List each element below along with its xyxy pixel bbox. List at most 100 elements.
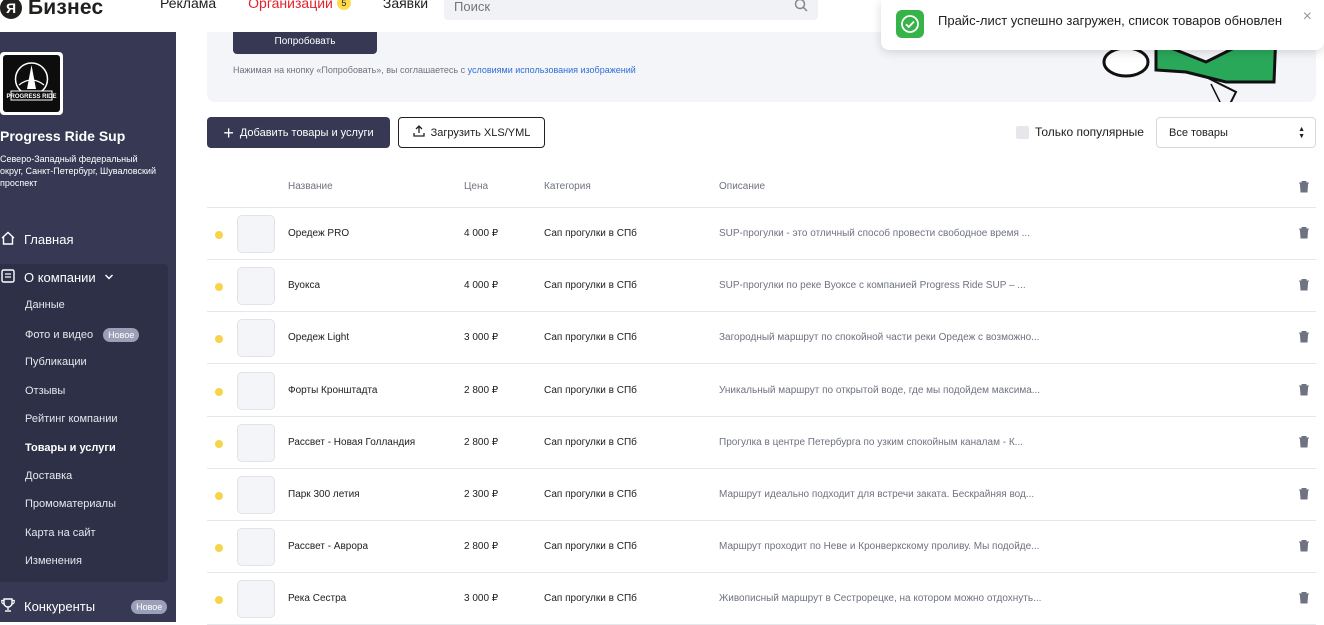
popular-only-checkbox[interactable] [1016,125,1029,139]
product-category: Сап прогулки в СПб [544,228,637,239]
delete-all-trash-icon[interactable] [1298,180,1310,196]
product-name[interactable]: Рассвет - Аврора [288,541,368,552]
product-name[interactable]: Форты Кронштадта [288,385,377,396]
try-button[interactable]: Попробовать [233,32,377,54]
status-dot [215,439,223,448]
top-nav: Реклама Организации 5 Заявки [160,0,428,11]
image-terms-link[interactable]: условиями использования изображений [468,65,636,75]
product-name[interactable]: Оредеж Light [288,332,349,343]
trash-icon[interactable] [1298,435,1310,451]
product-description: Маршрут проходит по Неве и Кронверкскому… [719,541,1040,553]
product-filter-select[interactable]: Все товары ▲ ▼ [1156,117,1316,148]
status-dot [215,231,223,239]
product-description: Загородный маршрут по спокойной части ре… [719,332,1040,344]
popular-only-label: Только популярные [1035,125,1144,139]
sidebar-item-changes[interactable]: Изменения [25,555,82,567]
sidebar-item-reviews[interactable]: Отзывы [25,385,65,397]
product-name[interactable]: Оредеж PRO [288,228,349,239]
table-header: Название Цена Категория Описание [207,172,1316,208]
trash-icon[interactable] [1298,226,1310,242]
header-price: Цена [464,181,489,192]
table-row[interactable]: Рассвет - Аврора 2 800 ₽ Сап прогулки в СП… [207,521,1316,574]
upload-pricelist-button[interactable]: Загрузить XLS/YML [398,117,545,148]
product-category: Сап прогулки в СПб [544,489,637,500]
select-arrows-icon: ▲ ▼ [1298,126,1305,140]
product-name[interactable]: Река Сестра [288,593,346,604]
trash-icon[interactable] [1298,487,1310,503]
trash-icon[interactable] [1298,539,1310,555]
product-thumbnail[interactable] [237,580,275,619]
new-badge: Новое [131,599,168,614]
product-name[interactable]: Рассвет - Новая Голландия [288,437,415,448]
nav-organizations[interactable]: Организации 5 [248,0,351,11]
table-row[interactable]: Оредеж Light 3 000 ₽ Сап прогулки в СПб Заг… [207,312,1316,365]
sidebar-item-rating[interactable]: Рейтинг компании [25,413,118,425]
sidebar-item-delivery[interactable]: Доставка [25,470,72,482]
product-thumbnail[interactable] [237,215,275,253]
sidebar-item-data[interactable]: Данные [25,299,65,311]
header-category: Категория [544,181,591,192]
yandex-logo-icon: Я [0,0,22,19]
status-dot [215,335,223,344]
product-category: Сап прогулки в СПб [544,332,637,344]
product-price: 4 000 ₽ [464,228,499,239]
sidebar-item-competitors[interactable]: Конкуренты Новое [0,597,168,616]
product-price: 2 800 ₽ [464,436,499,448]
sidebar-item-about-label: О компании [24,270,96,285]
status-dot [215,283,223,292]
brand-name: Бизнес [28,0,104,19]
add-products-button[interactable]: + Добавить товары и услуги [207,117,390,148]
search-icon[interactable] [794,0,808,17]
trash-icon[interactable] [1298,330,1310,346]
table-row[interactable]: Форты Кронштадта 2 800 ₽ Сап прогулки в СП… [207,365,1316,417]
table-row[interactable]: Вуокса 4 000 ₽ Сап прогулки в СПб SUP-прогу… [207,260,1316,313]
nav-requests[interactable]: Заявки [383,0,428,11]
sidebar-item-home-label: Главная [24,232,74,247]
sidebar-item-home[interactable]: Главная [0,230,73,249]
company-name[interactable]: Progress Ride Sup [0,128,125,144]
product-thumbnail[interactable] [237,528,275,567]
company-address: Северо-Западный федеральный округ, Санкт… [0,154,156,188]
brand-logo[interactable]: Я Бизнес [0,0,103,22]
nav-ads[interactable]: Реклама [160,0,216,11]
header-name: Название [288,181,333,192]
trash-icon[interactable] [1298,383,1310,399]
banner-terms: Нажимая на кнопку «Попробовать», вы согл… [233,65,636,75]
table-row[interactable]: Рассвет - Новая Голландия 2 800 ₽ Сап прог… [207,417,1316,469]
success-toast: Прайс-лист успешно загружен, список това… [881,0,1324,50]
product-thumbnail[interactable] [237,267,275,306]
status-dot [215,492,223,500]
sidebar-item-promo[interactable]: Промоматериалы [25,498,116,510]
table-row[interactable]: Река Сестра 3 000 ₽ Сап прогулки в СПб Живо… [207,573,1316,625]
table-row[interactable]: Оредеж PRO 4 000 ₽ Сап прогулки в СПб SUP-п… [207,208,1316,260]
company-logo[interactable]: PROGRESS RIDE [0,52,63,115]
sidebar-item-photo-video[interactable]: Фото и видео Новое [25,328,140,342]
upload-icon [412,125,425,140]
product-name[interactable]: Парк 300 летия [288,489,360,500]
sidebar-item-publications[interactable]: Публикации [25,356,87,368]
trash-icon[interactable] [1298,278,1310,294]
product-category: Сап прогулки в СПб [544,593,637,605]
product-description: Маршрут идеально подходит для встречи за… [719,489,1035,500]
product-category: Сап прогулки в СПб [544,436,637,448]
success-check-icon [896,10,924,38]
close-icon[interactable]: × [1303,8,1312,26]
product-thumbnail[interactable] [237,371,275,410]
organizations-count-badge: 5 [336,0,351,10]
table-row[interactable]: Парк 300 летия 2 300 ₽ Сап прогулки в СПб М… [207,469,1316,521]
trophy-icon [0,597,16,616]
search-input[interactable] [444,0,774,20]
trash-icon[interactable] [1298,591,1310,607]
sidebar-item-products[interactable]: Товары и услуги [25,442,116,454]
product-thumbnail[interactable] [237,423,275,462]
product-price: 4 000 ₽ [464,280,499,292]
product-thumbnail[interactable] [237,476,275,514]
chevron-down-icon [104,270,114,285]
sidebar-item-about[interactable]: О компании [0,268,114,287]
product-thumbnail[interactable] [237,319,275,358]
status-dot [215,596,223,605]
product-name[interactable]: Вуокса [288,280,320,291]
status-dot [215,387,223,396]
sidebar-item-site-map[interactable]: Карта на сайт [25,527,96,539]
popular-only-filter[interactable]: Только популярные [1016,125,1144,139]
